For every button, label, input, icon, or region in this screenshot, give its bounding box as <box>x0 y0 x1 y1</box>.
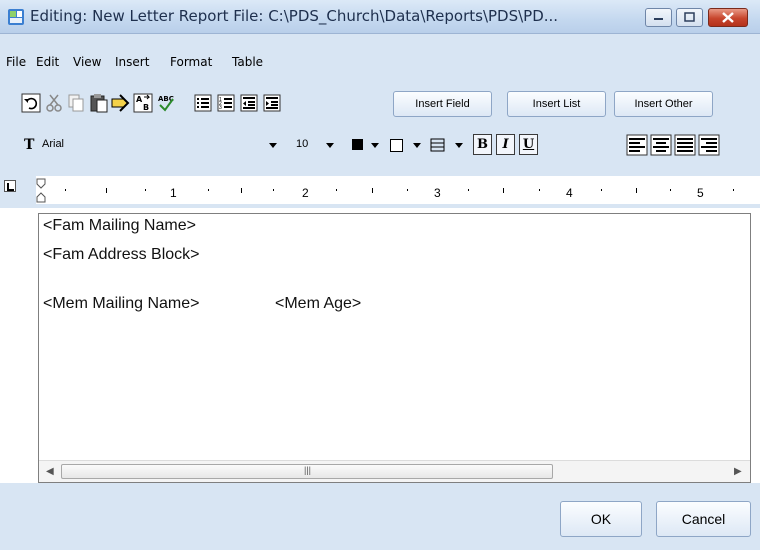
merge-field-mem-mailing-name[interactable]: <Mem Mailing Name> <box>43 295 200 313</box>
horizontal-scrollbar[interactable]: ◀ ||| ▶ <box>39 460 750 482</box>
chevron-down-icon[interactable] <box>455 143 463 148</box>
increase-indent-icon[interactable] <box>262 93 282 113</box>
align-justify-icon[interactable] <box>674 134 696 156</box>
chevron-down-icon <box>269 143 277 148</box>
app-icon <box>8 9 24 25</box>
insert-other-button[interactable]: Insert Other <box>614 91 713 117</box>
menu-bar: File Edit View Insert Format Table <box>0 34 760 78</box>
ruler-tick <box>273 189 274 191</box>
highlight-swatch[interactable] <box>390 139 403 152</box>
menu-file[interactable]: File <box>6 55 26 69</box>
ruler-number: 5 <box>697 186 704 200</box>
merge-field-fam-address-block[interactable]: <Fam Address Block> <box>43 246 200 264</box>
menu-table[interactable]: Table <box>232 55 263 69</box>
ruler-tick <box>636 188 637 193</box>
ruler-tick <box>670 189 671 191</box>
tab-stop-selector[interactable] <box>4 180 16 192</box>
spellcheck-icon[interactable]: ABC <box>156 93 176 113</box>
ruler-tick <box>145 189 146 191</box>
menu-view[interactable]: View <box>73 55 101 69</box>
svg-text:A: A <box>136 95 143 104</box>
bold-button[interactable]: B <box>473 134 492 155</box>
ruler-number: 3 <box>434 186 441 200</box>
ok-button[interactable]: OK <box>560 501 642 537</box>
tab-left-icon <box>7 183 14 191</box>
ruler-tick <box>601 189 602 191</box>
ruler-tick <box>208 189 209 191</box>
ruler-number: 4 <box>566 186 573 200</box>
underline-button[interactable]: U <box>519 134 538 155</box>
close-icon <box>722 12 734 23</box>
ruler-tick <box>241 188 242 193</box>
font-name-value: Arial <box>42 138 65 150</box>
chevron-down-icon[interactable] <box>326 143 334 148</box>
border-style-icon[interactable] <box>430 138 446 153</box>
minimize-icon <box>654 18 663 20</box>
close-button[interactable] <box>708 8 748 27</box>
ruler[interactable]: 1 2 3 4 5 <box>0 170 760 206</box>
ruler-tick <box>503 188 504 193</box>
grip-icon: ||| <box>304 465 312 475</box>
ruler-tick <box>539 189 540 191</box>
cancel-button[interactable]: Cancel <box>656 501 751 537</box>
undo-icon[interactable] <box>21 93 41 113</box>
font-name-select[interactable]: T Arial <box>20 134 285 156</box>
ruler-tick <box>733 189 734 191</box>
bullet-list-icon[interactable] <box>193 93 213 113</box>
indent-marker-icon[interactable] <box>36 178 48 204</box>
maximize-icon <box>684 12 695 22</box>
format-painter-icon[interactable] <box>110 93 130 113</box>
insert-list-button[interactable]: Insert List <box>507 91 606 117</box>
merge-field-fam-mailing-name[interactable]: <Fam Mailing Name> <box>43 217 196 235</box>
scrollbar-thumb[interactable]: ||| <box>61 464 553 479</box>
svg-text:B: B <box>143 103 149 112</box>
merge-field-mem-age[interactable]: <Mem Age> <box>275 295 361 313</box>
document-editor[interactable]: <Fam Mailing Name> <Fam Address Block> <… <box>38 213 751 483</box>
paste-icon[interactable] <box>89 93 109 113</box>
font-size-select[interactable]: 10 <box>296 138 308 150</box>
ruler-strip: 1 2 3 4 5 <box>36 176 760 204</box>
italic-button[interactable]: I <box>496 134 515 155</box>
title-bar: Editing: New Letter Report File: C:\PDS_… <box>0 0 760 34</box>
chevron-down-icon[interactable] <box>413 143 421 148</box>
svg-text:3: 3 <box>219 105 222 111</box>
text-color-swatch[interactable] <box>352 139 363 150</box>
dialog-footer <box>0 483 760 550</box>
find-replace-icon[interactable]: AB <box>133 93 153 113</box>
ruler-tick <box>106 188 107 193</box>
menu-edit[interactable]: Edit <box>36 55 59 69</box>
ruler-tick <box>468 189 469 191</box>
chevron-down-icon[interactable] <box>371 143 379 148</box>
ruler-tick <box>407 189 408 191</box>
scroll-left-icon[interactable]: ◀ <box>46 466 54 477</box>
ruler-number: 1 <box>170 186 177 200</box>
minimize-button[interactable] <box>645 8 672 27</box>
window-title: Editing: New Letter Report File: C:\PDS_… <box>30 7 559 25</box>
decrease-indent-icon[interactable] <box>239 93 259 113</box>
menu-insert[interactable]: Insert <box>115 55 149 69</box>
insert-field-button[interactable]: Insert Field <box>393 91 492 117</box>
menu-format[interactable]: Format <box>170 55 212 69</box>
truetype-font-icon: T <box>24 137 35 153</box>
ruler-tick <box>336 189 337 191</box>
align-left-icon[interactable] <box>626 134 648 156</box>
cut-icon[interactable] <box>44 93 64 113</box>
copy-icon[interactable] <box>66 93 86 113</box>
ruler-tick <box>65 189 66 191</box>
ruler-number: 2 <box>302 186 309 200</box>
maximize-button[interactable] <box>676 8 703 27</box>
align-center-icon[interactable] <box>650 134 672 156</box>
scroll-right-icon[interactable]: ▶ <box>734 466 742 477</box>
ruler-tick <box>372 188 373 193</box>
align-right-icon[interactable] <box>698 134 720 156</box>
numbered-list-icon[interactable]: 123 <box>216 93 236 113</box>
